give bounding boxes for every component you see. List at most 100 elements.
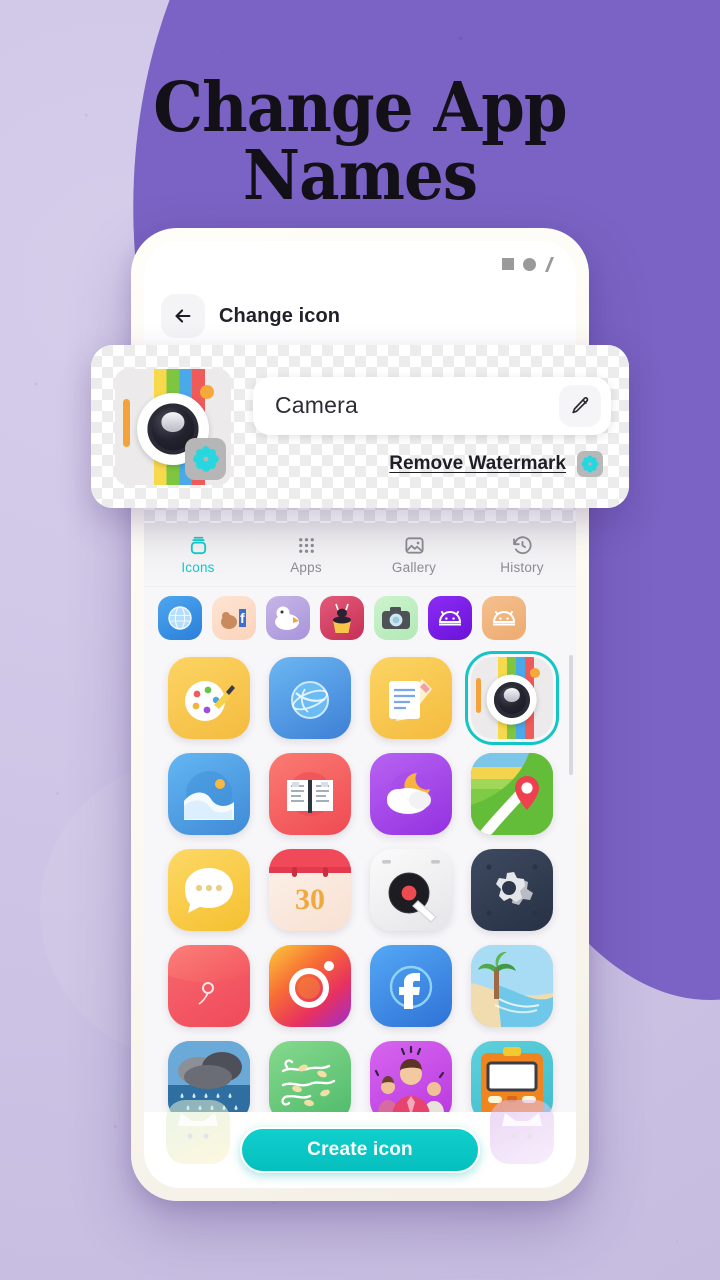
camera-green-icon	[382, 607, 410, 629]
icon-tile-facebook[interactable]	[369, 945, 452, 1027]
create-icon-button[interactable]: Create icon	[240, 1127, 480, 1173]
tab-icons-label: Icons	[181, 560, 215, 575]
tab-bar: Icons Apps Gallery History	[144, 523, 576, 587]
remove-watermark-row[interactable]: Remove Watermark	[253, 450, 611, 477]
icon-tile-book[interactable]	[268, 753, 351, 835]
page-title: Change App Names	[153, 68, 567, 216]
recent-icon-bird[interactable]	[266, 596, 310, 640]
square-icon	[502, 258, 514, 270]
icon-tile-photos[interactable]	[167, 753, 250, 835]
recent-icon-android-purple[interactable]	[428, 596, 472, 640]
app-name-value[interactable]: Camera	[275, 392, 559, 419]
balloon-icon	[167, 945, 250, 1027]
android-orange-icon	[493, 610, 515, 626]
cat-purple-icon	[502, 1113, 542, 1139]
tab-gallery[interactable]: Gallery	[360, 534, 468, 575]
icon-tile-cat-purple[interactable]	[490, 1100, 554, 1164]
recent-icons-strip[interactable]: f	[144, 587, 576, 649]
grid-cell	[464, 651, 559, 745]
beach-icon	[470, 945, 553, 1027]
recent-icon-android-orange[interactable]	[482, 596, 526, 640]
calendar-day-label: 30	[295, 883, 325, 916]
grid-cell: 30	[267, 849, 352, 931]
icon-tile-calendar[interactable]: 30	[268, 849, 351, 931]
people-icon	[370, 1041, 452, 1112]
grid-cell	[368, 849, 453, 931]
watermark-badge	[577, 450, 603, 477]
icon-tile-weather[interactable]	[369, 753, 452, 835]
icon-tile-wind[interactable]	[268, 1041, 351, 1112]
tab-apps[interactable]: Apps	[252, 534, 360, 575]
messages-icon	[168, 849, 250, 931]
grid-cell	[166, 945, 251, 1027]
globe-blue-icon	[168, 606, 192, 630]
grid-cell	[267, 945, 352, 1027]
battery-icon	[545, 257, 556, 271]
grid-cell	[166, 849, 251, 931]
icon-tile-balloon[interactable]	[167, 945, 250, 1027]
instagram-icon	[269, 945, 351, 1027]
icon-tile-camera-selected[interactable]	[464, 651, 559, 745]
calendar-icon: 30	[268, 849, 351, 931]
icon-tile-browser[interactable]	[268, 657, 351, 739]
pencil-icon	[571, 397, 588, 414]
recent-icon-cat-facebook[interactable]: f	[212, 596, 256, 640]
clock-history-icon	[512, 536, 532, 555]
settings-icon	[471, 849, 553, 931]
camera-icon-preview[interactable]	[115, 368, 231, 485]
remove-watermark-link[interactable]: Remove Watermark	[389, 453, 566, 475]
bird-icon	[275, 606, 299, 630]
recent-icon-globe-blue[interactable]	[158, 596, 202, 640]
grid-cell	[267, 753, 352, 835]
tab-history[interactable]: History	[468, 534, 576, 575]
grid-cell	[267, 1041, 352, 1112]
icon-tile-beach[interactable]	[470, 945, 553, 1027]
icon-tile-maps[interactable]	[470, 753, 553, 835]
recent-icon-camera-green[interactable]	[374, 596, 418, 640]
icon-tile-instagram[interactable]	[268, 945, 351, 1027]
edit-name-button[interactable]	[559, 384, 601, 427]
bottom-bar: Create icon	[144, 1100, 576, 1188]
arrow-left-icon	[175, 309, 191, 323]
icon-grid-scroll[interactable]: 30	[144, 649, 576, 1112]
app-bar-title: Change icon	[219, 304, 341, 327]
icon-grid: 30	[144, 649, 576, 1112]
app-bar: Change icon	[144, 287, 576, 345]
facebook-icon	[370, 945, 452, 1027]
cat-cream-icon	[178, 1113, 218, 1139]
icon-tile-settings[interactable]	[470, 849, 553, 931]
photos-icon	[168, 753, 250, 835]
tab-apps-label: Apps	[290, 560, 322, 575]
maps-icon	[470, 753, 553, 835]
grid-cell	[166, 753, 251, 835]
book-icon	[269, 753, 351, 835]
icon-tile-messages[interactable]	[167, 849, 250, 931]
grid-dots-icon	[298, 538, 314, 553]
weather-icon	[370, 753, 452, 835]
grid-cell	[267, 657, 352, 739]
app-name-field[interactable]: Camera	[253, 376, 611, 435]
flower-icon	[192, 446, 219, 472]
tab-icons[interactable]: Icons	[144, 534, 252, 575]
image-icon	[404, 537, 424, 554]
recent-icon-dessert[interactable]	[320, 596, 364, 640]
cat-facebook-icon: f	[221, 609, 246, 629]
preview-controls: Camera Remove Watermark	[253, 376, 611, 477]
icon-tile-cat-cream[interactable]	[166, 1100, 230, 1164]
icon-tile-palette[interactable]	[167, 657, 250, 739]
back-button[interactable]	[161, 294, 205, 338]
grid-cell	[368, 1041, 453, 1112]
icon-tile-notes[interactable]	[369, 657, 452, 739]
grid-cell	[368, 753, 453, 835]
icon-tile-people[interactable]	[369, 1041, 452, 1112]
wind-icon	[269, 1041, 351, 1112]
icon-tile-music[interactable]	[369, 849, 452, 931]
browser-icon	[269, 657, 351, 739]
android-purple-icon	[439, 610, 461, 626]
grid-cell	[166, 657, 251, 739]
watermark-overlay	[184, 438, 227, 480]
scrollbar[interactable]	[569, 655, 573, 775]
grid-cell	[469, 945, 554, 1027]
dessert-icon	[333, 603, 351, 633]
camera-icon	[470, 657, 553, 739]
